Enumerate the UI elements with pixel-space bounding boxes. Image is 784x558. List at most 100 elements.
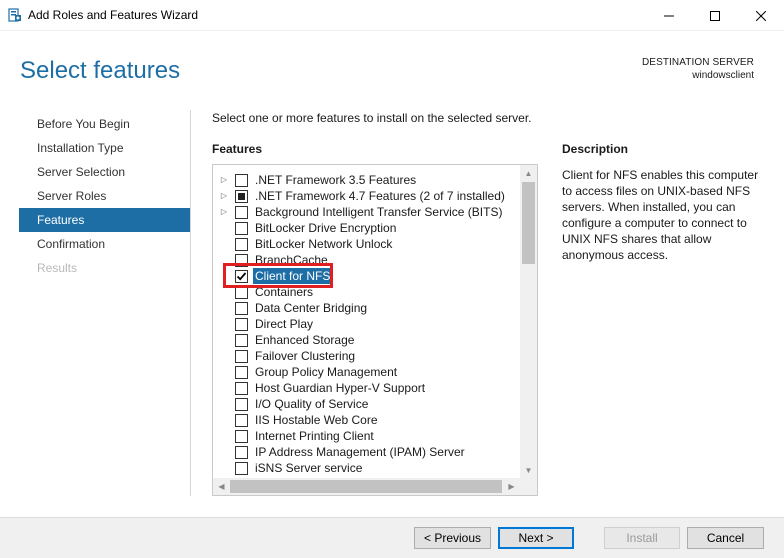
nav-item-server-selection[interactable]: Server Selection — [19, 160, 190, 184]
nav-item-confirmation[interactable]: Confirmation — [19, 232, 190, 256]
feature-row[interactable]: ▷ Background Intelligent Transfer Service… — [213, 204, 519, 220]
nav-item-server-roles[interactable]: Server Roles — [19, 184, 190, 208]
scroll-up-icon[interactable]: ▲ — [520, 165, 537, 182]
feature-label: .NET Framework 4.7 Features (2 of 7 inst… — [255, 189, 505, 203]
feature-row[interactable]: Client for NFS — [213, 267, 519, 285]
feature-label: Direct Play — [255, 317, 314, 331]
feature-row[interactable]: Direct Play — [213, 316, 519, 332]
feature-row[interactable]: iSNS Server service — [213, 460, 519, 476]
scroll-right-icon[interactable]: ▶ — [503, 478, 520, 495]
scroll-down-icon[interactable]: ▼ — [520, 462, 537, 479]
feature-row[interactable]: Group Policy Management — [213, 364, 519, 380]
feature-row[interactable]: Internet Printing Client — [213, 428, 519, 444]
feature-row[interactable]: Host Guardian Hyper-V Support — [213, 380, 519, 396]
feature-checkbox[interactable] — [235, 414, 248, 427]
page-title: Select features — [20, 57, 181, 84]
nav-divider — [190, 110, 191, 496]
feature-label: IP Address Management (IPAM) Server — [255, 445, 465, 459]
server-manager-icon — [8, 8, 22, 22]
feature-row[interactable]: Failover Clustering — [213, 348, 519, 364]
feature-checkbox[interactable] — [235, 302, 248, 315]
nav-item-features[interactable]: Features — [19, 208, 190, 232]
description-text: Client for NFS enables this computer to … — [562, 168, 759, 262]
feature-row[interactable]: Containers — [213, 284, 519, 300]
checkmark-icon — [236, 272, 247, 281]
feature-label: Background Intelligent Transfer Service … — [255, 205, 503, 219]
nav-item-before-you-begin[interactable]: Before You Begin — [19, 112, 190, 136]
feature-checkbox[interactable] — [235, 350, 248, 363]
window-title: Add Roles and Features Wizard — [28, 8, 199, 22]
feature-label: .NET Framework 3.5 Features — [255, 173, 417, 187]
feature-row[interactable]: ▷ .NET Framework 3.5 Features — [213, 172, 519, 188]
feature-label: IIS Hostable Web Core — [255, 413, 378, 427]
feature-label: Client for NFS — [251, 267, 334, 285]
feature-row[interactable]: I/O Quality of Service — [213, 396, 519, 412]
expand-arrow-icon[interactable]: ▷ — [219, 204, 229, 220]
feature-checkbox[interactable] — [235, 190, 248, 203]
cancel-button[interactable]: Cancel — [687, 527, 764, 549]
horizontal-scroll-thumb[interactable] — [230, 480, 502, 493]
feature-checkbox[interactable] — [235, 222, 248, 235]
feature-row[interactable]: Enhanced Storage — [213, 332, 519, 348]
close-button[interactable] — [738, 0, 784, 31]
instruction-text: Select one or more features to install o… — [212, 111, 532, 125]
feature-checkbox[interactable] — [235, 254, 248, 267]
description-heading: Description — [562, 142, 629, 156]
feature-label: Enhanced Storage — [255, 333, 355, 347]
feature-label: BranchCache — [255, 253, 328, 267]
features-vertical-scrollbar[interactable]: ▲ ▼ — [520, 165, 537, 479]
feature-label: Host Guardian Hyper-V Support — [255, 381, 426, 395]
feature-checkbox[interactable] — [235, 270, 248, 283]
feature-checkbox[interactable] — [235, 238, 248, 251]
feature-label: I/O Quality of Service — [255, 397, 369, 411]
expand-arrow-icon[interactable]: ▷ — [219, 172, 229, 188]
feature-row[interactable]: IP Address Management (IPAM) Server — [213, 444, 519, 460]
features-tree[interactable]: ▷ .NET Framework 3.5 Features ▷ .NET Framew… — [212, 164, 538, 496]
wizard-steps-nav: Before You Begin Installation Type Serve… — [19, 112, 190, 280]
destination-server-label: DESTINATION SERVER — [641, 57, 754, 68]
feature-checkbox[interactable] — [235, 334, 248, 347]
install-button: Install — [604, 527, 680, 549]
features-list: ▷ .NET Framework 3.5 Features ▷ .NET Framew… — [213, 172, 519, 476]
feature-checkbox[interactable] — [235, 446, 248, 459]
scroll-left-icon[interactable]: ◀ — [213, 478, 230, 495]
minimize-button[interactable] — [646, 0, 692, 31]
features-heading: Features — [212, 142, 263, 156]
feature-checkbox[interactable] — [235, 174, 248, 187]
feature-checkbox[interactable] — [235, 318, 248, 331]
next-button[interactable]: Next > — [498, 527, 574, 549]
feature-label: BitLocker Network Unlock — [255, 237, 393, 251]
destination-server-value: windowsclient — [692, 70, 754, 81]
previous-button[interactable]: < Previous — [414, 527, 491, 549]
nav-item-installation-type[interactable]: Installation Type — [19, 136, 190, 160]
feature-row[interactable]: IIS Hostable Web Core — [213, 412, 519, 428]
close-icon — [756, 10, 766, 21]
nav-item-results: Results — [37, 261, 78, 275]
feature-label: Internet Printing Client — [255, 429, 374, 443]
feature-row[interactable]: ▷ .NET Framework 4.7 Features (2 of 7 ins… — [213, 188, 519, 204]
feature-label: Group Policy Management — [255, 365, 398, 379]
feature-label: Failover Clustering — [255, 349, 356, 363]
feature-checkbox[interactable] — [235, 462, 248, 475]
feature-checkbox[interactable] — [235, 366, 248, 379]
feature-row[interactable]: Data Center Bridging — [213, 300, 519, 316]
feature-checkbox[interactable] — [235, 286, 248, 299]
features-horizontal-scrollbar[interactable]: ◀ ▶ — [213, 478, 537, 495]
expand-arrow-icon[interactable]: ▷ — [219, 188, 229, 204]
minimize-icon — [664, 15, 674, 16]
title-bar: Add Roles and Features Wizard — [0, 0, 784, 31]
feature-label: iSNS Server service — [255, 461, 363, 475]
feature-checkbox[interactable] — [235, 382, 248, 395]
feature-checkbox[interactable] — [235, 398, 248, 411]
feature-row[interactable]: BranchCache — [213, 252, 519, 268]
feature-row[interactable]: BitLocker Network Unlock — [213, 236, 519, 252]
feature-label: Containers — [255, 285, 314, 299]
feature-row[interactable]: BitLocker Drive Encryption — [213, 220, 519, 236]
feature-label: Data Center Bridging — [255, 301, 368, 315]
feature-checkbox[interactable] — [235, 430, 248, 443]
maximize-button[interactable] — [692, 0, 738, 31]
feature-checkbox[interactable] — [235, 206, 248, 219]
vertical-scroll-thumb[interactable] — [522, 182, 535, 264]
feature-label: BitLocker Drive Encryption — [255, 221, 397, 235]
maximize-icon — [710, 10, 720, 21]
